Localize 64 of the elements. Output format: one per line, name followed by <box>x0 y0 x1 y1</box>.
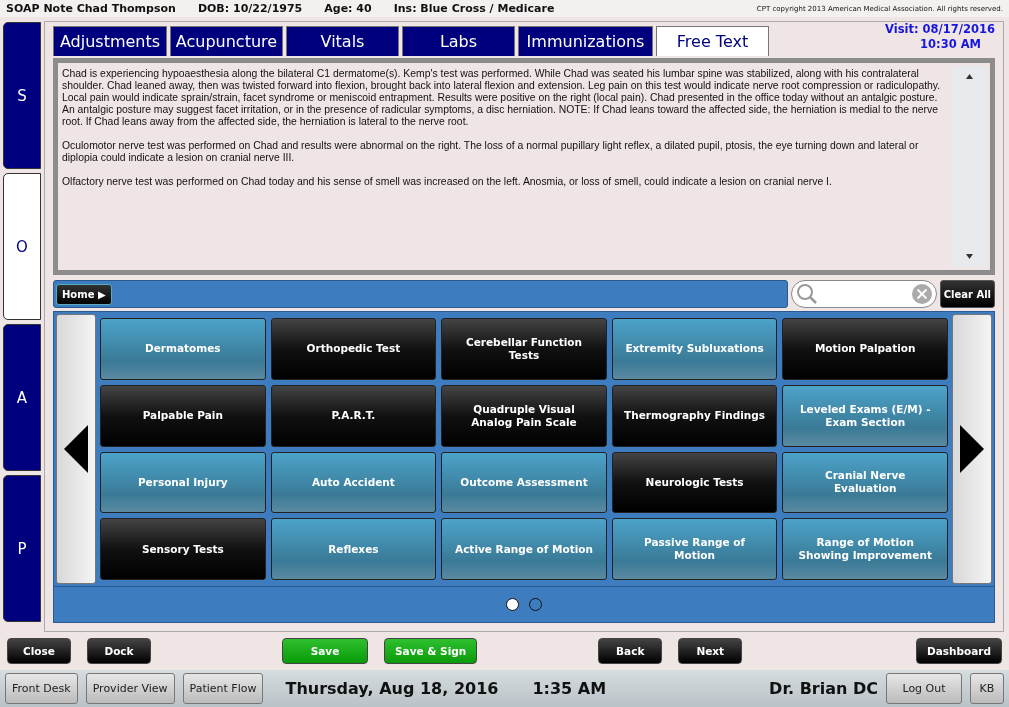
insurance-label: Ins: Blue Cross / Medicare <box>393 2 555 15</box>
search-icon <box>795 283 818 305</box>
category-tile[interactable]: Extremity Subluxations <box>611 318 778 380</box>
next-page-button[interactable] <box>952 314 992 584</box>
category-tile[interactable]: Thermography Findings <box>611 384 778 447</box>
category-tile[interactable]: Orthopedic Test <box>270 318 437 380</box>
category-tile[interactable]: Leveled Exams (E/M) - Exam Section <box>782 384 948 447</box>
soap-tab[interactable]: S <box>3 22 41 169</box>
category-tile[interactable]: Sensory Tests <box>100 518 266 580</box>
visit-time: 10:30 AM <box>920 37 981 52</box>
category-tile[interactable]: Neurologic Tests <box>611 451 778 514</box>
left-arrow-icon <box>64 425 88 473</box>
category-tile[interactable]: Dermatomes <box>100 318 266 380</box>
section-tab[interactable]: Acupuncture <box>170 26 283 56</box>
action-button[interactable]: Next <box>678 638 743 664</box>
category-tile[interactable]: Cranial Nerve Evaluation <box>782 451 948 514</box>
category-tile[interactable]: Motion Palpation <box>782 318 948 380</box>
action-button[interactable]: Close <box>7 638 71 664</box>
section-tab[interactable]: Labs <box>402 26 515 56</box>
category-tile[interactable]: Palpable Pain <box>100 384 266 447</box>
note-paragraph: Oculomotor nerve test was performed on Chad and results were abnormal on the right. The loss of a normal pupillary light reflex, a dilated pupil, ptosis, the eye turning down and lateral or diplopia could indicate a lesion on cranial nerve III. <box>62 140 920 164</box>
current-time: 1:35 AM <box>532 679 607 698</box>
category-tile[interactable]: P.A.R.T. <box>270 384 437 447</box>
category-tile[interactable]: Personal Injury <box>100 451 266 514</box>
log-out-button[interactable]: Log Out <box>886 673 962 704</box>
current-date: Thursday, Aug 18, 2016 <box>285 679 499 698</box>
category-tile[interactable]: Cerebellar Function Tests <box>441 318 607 380</box>
view-button[interactable]: Front Desk <box>5 673 78 704</box>
action-button[interactable]: Back <box>598 638 663 664</box>
section-tab[interactable]: Adjustments <box>53 26 167 56</box>
patient-name: SOAP Note Chad Thompson <box>6 2 176 15</box>
category-tile[interactable]: Active Range of Motion <box>441 518 607 580</box>
category-tile[interactable]: Range of Motion Showing Improvement <box>782 518 948 580</box>
category-tile[interactable]: Outcome Assessment <box>441 451 607 514</box>
note-paragraph: Chad is experiencing hypoaesthesia along the bilateral C1 dermatome(s). Kemp's test was performed. While Chad was seated his lumbar spine was stabilized, along with his contralateral shoulder. Chad leaned away, then was twisted forward into flexion, brought back into lateral flexion and extension. Leg pain on this test would indicate nerve root compression or radiculopathy. Local pain would indicate sprain/strain, facet syndrome or meniscoid entrapment. Results were positive on the right (local pain). Chad presented in the office today without an antalgic posture. An antalgic posture may suggest facet irritation, or in the presence of radicular symptoms, a disc herniation. NOTE: If Chad leans toward the affected side, the herniation is medial to the nerve root. If Chad leans away from the affected side, the herniation is lateral to the nerve root. <box>62 68 942 128</box>
category-tile[interactable]: Passive Range of Motion <box>611 518 778 580</box>
age-label: Age: 40 <box>324 2 372 15</box>
category-tile[interactable]: Quadruple Visual Analog Pain Scale <box>441 384 607 447</box>
scroll-bar[interactable] <box>951 66 987 267</box>
view-button[interactable]: Provider View <box>85 673 175 704</box>
action-button[interactable]: Dock <box>87 638 151 664</box>
visit-date: Visit: 08/17/2016 <box>885 22 995 37</box>
note-paragraph: Olfactory nerve test was performed on Chad today and his sense of smell was increased on the left. Anosmia, or loss of smell, could indicate a lesion on cranial nerve I. <box>62 176 833 188</box>
previous-page-button[interactable] <box>56 314 96 584</box>
dob-label: DOB: 10/22/1975 <box>197 2 303 15</box>
keyboard-button[interactable]: KB <box>970 673 1004 704</box>
soap-tab[interactable]: A <box>3 324 41 471</box>
right-arrow-icon <box>960 425 984 473</box>
user-name: Dr. Brian DC <box>769 679 878 698</box>
search-field[interactable] <box>790 280 937 308</box>
page-dot[interactable] <box>506 598 519 611</box>
scroll-down-icon[interactable] <box>965 254 973 259</box>
section-tab[interactable]: Vitals <box>286 26 399 56</box>
section-tab[interactable]: Immunizations <box>518 26 653 56</box>
scroll-up-icon[interactable] <box>965 74 973 79</box>
home-button[interactable]: Home ▶ <box>56 283 112 305</box>
section-tab[interactable]: Free Text <box>656 26 769 56</box>
view-button[interactable]: Patient Flow <box>182 673 264 704</box>
soap-tab[interactable]: P <box>3 475 41 622</box>
category-tile[interactable]: Reflexes <box>270 518 437 580</box>
clear-all-button[interactable]: Clear All <box>939 280 995 308</box>
category-tile[interactable]: Auto Accident <box>270 451 437 514</box>
action-button[interactable]: Dashboard <box>915 638 1002 664</box>
soap-tab[interactable]: O <box>3 173 41 320</box>
